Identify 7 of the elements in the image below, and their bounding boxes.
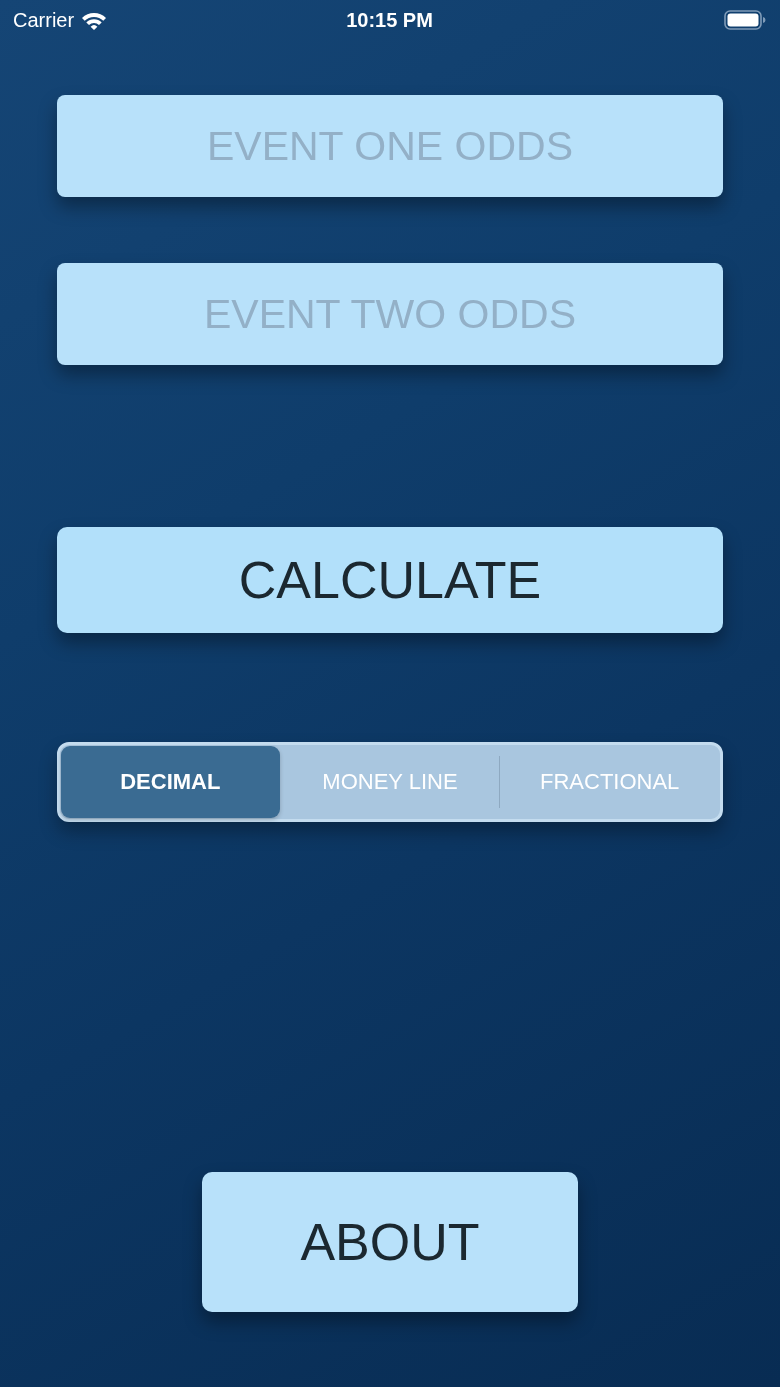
carrier-label: Carrier [13,8,75,32]
about-button[interactable]: ABOUT [202,1172,578,1312]
battery-icon [724,10,766,30]
calculate-button[interactable]: CALCULATE [57,527,723,633]
segment-tab[interactable]: DECIMAL [61,746,280,818]
wifi-icon [81,10,108,30]
clock-time: 10:15 PM [346,8,433,32]
